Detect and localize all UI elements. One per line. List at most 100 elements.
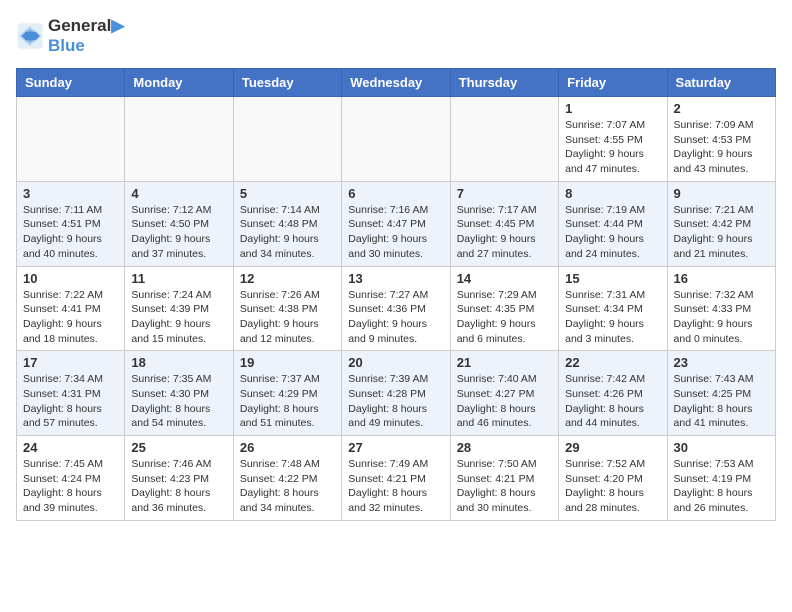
day-info: Sunrise: 7:12 AM Sunset: 4:50 PM Dayligh… bbox=[131, 203, 226, 262]
day-number: 20 bbox=[348, 355, 443, 370]
calendar-cell: 20 Sunrise: 7:39 AM Sunset: 4:28 PM Dayli… bbox=[342, 351, 450, 436]
calendar-cell bbox=[125, 97, 233, 182]
logo-icon bbox=[16, 22, 44, 50]
day-number: 4 bbox=[131, 186, 226, 201]
calendar-week-row: 10 Sunrise: 7:22 AM Sunset: 4:41 PM Dayli… bbox=[17, 266, 776, 351]
calendar-cell: 6 Sunrise: 7:16 AM Sunset: 4:47 PM Daylig… bbox=[342, 181, 450, 266]
day-info: Sunrise: 7:32 AM Sunset: 4:33 PM Dayligh… bbox=[674, 288, 769, 347]
day-info: Sunrise: 7:29 AM Sunset: 4:35 PM Dayligh… bbox=[457, 288, 552, 347]
day-number: 30 bbox=[674, 440, 769, 455]
day-info: Sunrise: 7:39 AM Sunset: 4:28 PM Dayligh… bbox=[348, 372, 443, 431]
day-info: Sunrise: 7:40 AM Sunset: 4:27 PM Dayligh… bbox=[457, 372, 552, 431]
day-number: 14 bbox=[457, 271, 552, 286]
logo: General▶ Blue bbox=[16, 16, 124, 56]
calendar-cell: 30 Sunrise: 7:53 AM Sunset: 4:19 PM Dayli… bbox=[667, 436, 775, 521]
calendar-cell: 13 Sunrise: 7:27 AM Sunset: 4:36 PM Dayli… bbox=[342, 266, 450, 351]
day-info: Sunrise: 7:31 AM Sunset: 4:34 PM Dayligh… bbox=[565, 288, 660, 347]
day-number: 18 bbox=[131, 355, 226, 370]
calendar-cell: 5Sunrise: 7:14 AM Sunset: 4:48 PM Daylig… bbox=[233, 181, 341, 266]
day-info: Sunrise: 7:19 AM Sunset: 4:44 PM Dayligh… bbox=[565, 203, 660, 262]
day-number: 26 bbox=[240, 440, 335, 455]
calendar-cell: 11 Sunrise: 7:24 AM Sunset: 4:39 PM Dayli… bbox=[125, 266, 233, 351]
day-info: Sunrise: 7:49 AM Sunset: 4:21 PM Dayligh… bbox=[348, 457, 443, 516]
calendar-cell: 21 Sunrise: 7:40 AM Sunset: 4:27 PM Dayli… bbox=[450, 351, 558, 436]
day-number: 21 bbox=[457, 355, 552, 370]
day-info: Sunrise: 7:37 AM Sunset: 4:29 PM Dayligh… bbox=[240, 372, 335, 431]
day-info: Sunrise: 7:26 AM Sunset: 4:38 PM Dayligh… bbox=[240, 288, 335, 347]
calendar-cell: 14 Sunrise: 7:29 AM Sunset: 4:35 PM Dayli… bbox=[450, 266, 558, 351]
header: General▶ Blue bbox=[16, 16, 776, 56]
day-info: Sunrise: 7:34 AM Sunset: 4:31 PM Dayligh… bbox=[23, 372, 118, 431]
day-info: Sunrise: 7:09 AM Sunset: 4:53 PM Dayligh… bbox=[674, 118, 769, 177]
calendar-week-row: 1 Sunrise: 7:07 AM Sunset: 4:55 PM Daylig… bbox=[17, 97, 776, 182]
day-info: Sunrise: 7:17 AM Sunset: 4:45 PM Dayligh… bbox=[457, 203, 552, 262]
calendar-cell: 24 Sunrise: 7:45 AM Sunset: 4:24 PM Dayli… bbox=[17, 436, 125, 521]
calendar-cell: 15 Sunrise: 7:31 AM Sunset: 4:34 PM Dayli… bbox=[559, 266, 667, 351]
header-thursday: Thursday bbox=[450, 69, 558, 97]
day-number: 28 bbox=[457, 440, 552, 455]
day-number: 5 bbox=[240, 186, 335, 201]
header-wednesday: Wednesday bbox=[342, 69, 450, 97]
calendar-cell: 9 Sunrise: 7:21 AM Sunset: 4:42 PM Daylig… bbox=[667, 181, 775, 266]
calendar-cell: 26Sunrise: 7:48 AM Sunset: 4:22 PM Dayli… bbox=[233, 436, 341, 521]
calendar-cell: 4 Sunrise: 7:12 AM Sunset: 4:50 PM Daylig… bbox=[125, 181, 233, 266]
day-number: 25 bbox=[131, 440, 226, 455]
day-number: 29 bbox=[565, 440, 660, 455]
day-number: 9 bbox=[674, 186, 769, 201]
day-info: Sunrise: 7:21 AM Sunset: 4:42 PM Dayligh… bbox=[674, 203, 769, 262]
day-info: Sunrise: 7:11 AM Sunset: 4:51 PM Dayligh… bbox=[23, 203, 118, 262]
day-number: 13 bbox=[348, 271, 443, 286]
day-info: Sunrise: 7:50 AM Sunset: 4:21 PM Dayligh… bbox=[457, 457, 552, 516]
day-info: Sunrise: 7:22 AM Sunset: 4:41 PM Dayligh… bbox=[23, 288, 118, 347]
header-saturday: Saturday bbox=[667, 69, 775, 97]
day-info: Sunrise: 7:07 AM Sunset: 4:55 PM Dayligh… bbox=[565, 118, 660, 177]
day-number: 10 bbox=[23, 271, 118, 286]
calendar-cell: 16Sunrise: 7:32 AM Sunset: 4:33 PM Dayli… bbox=[667, 266, 775, 351]
day-number: 6 bbox=[348, 186, 443, 201]
day-info: Sunrise: 7:35 AM Sunset: 4:30 PM Dayligh… bbox=[131, 372, 226, 431]
day-info: Sunrise: 7:46 AM Sunset: 4:23 PM Dayligh… bbox=[131, 457, 226, 516]
calendar-cell: 1 Sunrise: 7:07 AM Sunset: 4:55 PM Daylig… bbox=[559, 97, 667, 182]
day-number: 8 bbox=[565, 186, 660, 201]
day-info: Sunrise: 7:53 AM Sunset: 4:19 PM Dayligh… bbox=[674, 457, 769, 516]
calendar-cell bbox=[17, 97, 125, 182]
day-number: 27 bbox=[348, 440, 443, 455]
calendar-cell: 2 Sunrise: 7:09 AM Sunset: 4:53 PM Daylig… bbox=[667, 97, 775, 182]
day-number: 17 bbox=[23, 355, 118, 370]
day-number: 1 bbox=[565, 101, 660, 116]
day-info: Sunrise: 7:42 AM Sunset: 4:26 PM Dayligh… bbox=[565, 372, 660, 431]
calendar-table: SundayMondayTuesdayWednesdayThursdayFrid… bbox=[16, 68, 776, 521]
day-number: 24 bbox=[23, 440, 118, 455]
calendar-cell: 22 Sunrise: 7:42 AM Sunset: 4:26 PM Dayli… bbox=[559, 351, 667, 436]
header-tuesday: Tuesday bbox=[233, 69, 341, 97]
calendar-cell bbox=[450, 97, 558, 182]
calendar-cell bbox=[342, 97, 450, 182]
day-number: 23 bbox=[674, 355, 769, 370]
day-number: 15 bbox=[565, 271, 660, 286]
calendar-week-row: 3 Sunrise: 7:11 AM Sunset: 4:51 PM Daylig… bbox=[17, 181, 776, 266]
day-number: 11 bbox=[131, 271, 226, 286]
calendar-week-row: 17 Sunrise: 7:34 AM Sunset: 4:31 PM Dayli… bbox=[17, 351, 776, 436]
day-info: Sunrise: 7:27 AM Sunset: 4:36 PM Dayligh… bbox=[348, 288, 443, 347]
day-info: Sunrise: 7:43 AM Sunset: 4:25 PM Dayligh… bbox=[674, 372, 769, 431]
calendar-cell: 17 Sunrise: 7:34 AM Sunset: 4:31 PM Dayli… bbox=[17, 351, 125, 436]
calendar-cell: 28 Sunrise: 7:50 AM Sunset: 4:21 PM Dayli… bbox=[450, 436, 558, 521]
day-number: 19 bbox=[240, 355, 335, 370]
header-monday: Monday bbox=[125, 69, 233, 97]
calendar-cell: 7Sunrise: 7:17 AM Sunset: 4:45 PM Daylig… bbox=[450, 181, 558, 266]
day-number: 22 bbox=[565, 355, 660, 370]
calendar-cell: 10 Sunrise: 7:22 AM Sunset: 4:41 PM Dayli… bbox=[17, 266, 125, 351]
day-number: 2 bbox=[674, 101, 769, 116]
calendar-cell: 3 Sunrise: 7:11 AM Sunset: 4:51 PM Daylig… bbox=[17, 181, 125, 266]
day-info: Sunrise: 7:52 AM Sunset: 4:20 PM Dayligh… bbox=[565, 457, 660, 516]
day-number: 3 bbox=[23, 186, 118, 201]
calendar-cell: 27 Sunrise: 7:49 AM Sunset: 4:21 PM Dayli… bbox=[342, 436, 450, 521]
day-info: Sunrise: 7:24 AM Sunset: 4:39 PM Dayligh… bbox=[131, 288, 226, 347]
day-info: Sunrise: 7:16 AM Sunset: 4:47 PM Dayligh… bbox=[348, 203, 443, 262]
calendar-week-row: 24 Sunrise: 7:45 AM Sunset: 4:24 PM Dayli… bbox=[17, 436, 776, 521]
calendar-cell: 19 Sunrise: 7:37 AM Sunset: 4:29 PM Dayli… bbox=[233, 351, 341, 436]
calendar-cell: 18 Sunrise: 7:35 AM Sunset: 4:30 PM Dayli… bbox=[125, 351, 233, 436]
header-friday: Friday bbox=[559, 69, 667, 97]
calendar-header-row: SundayMondayTuesdayWednesdayThursdayFrid… bbox=[17, 69, 776, 97]
day-info: Sunrise: 7:45 AM Sunset: 4:24 PM Dayligh… bbox=[23, 457, 118, 516]
